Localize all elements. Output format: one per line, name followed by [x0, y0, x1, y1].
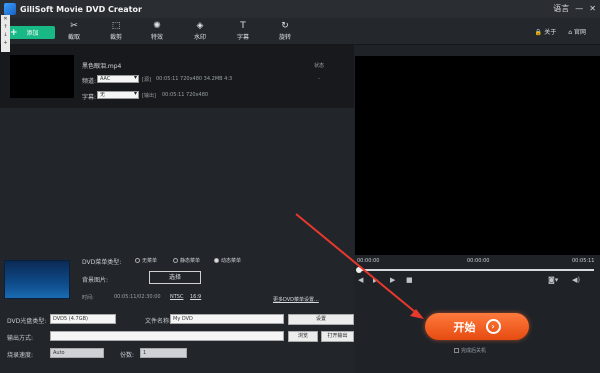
- output-tag: [输出]: [142, 93, 156, 99]
- start-button[interactable]: 开始 ›: [425, 313, 529, 340]
- seek-knob[interactable]: [356, 267, 362, 273]
- window-controls: 语言 — ✕: [553, 3, 596, 14]
- output-meta: 00:05:11 720x480: [162, 92, 209, 98]
- stop-icon[interactable]: ■: [406, 276, 413, 284]
- file-name: 黑色眼泪.mp4: [82, 63, 122, 70]
- source-meta: 00:05:11 720x480 34.2MB 4:3: [156, 76, 233, 82]
- output-method-select[interactable]: [50, 331, 284, 341]
- ntsc-link[interactable]: NTSC: [170, 294, 183, 300]
- time-start: 00:00:00: [357, 258, 380, 264]
- status-header: 状态: [314, 63, 325, 69]
- trim-label: 截取: [67, 34, 80, 41]
- copies-input[interactable]: 1: [140, 348, 187, 358]
- radio-static-menu-label: 静态菜单: [180, 258, 201, 264]
- burn-speed-select[interactable]: Auto: [50, 348, 104, 358]
- text-icon: T: [240, 21, 246, 31]
- seek-bar[interactable]: [358, 269, 594, 271]
- shutdown-label: 完成后关机: [461, 348, 487, 354]
- effect-label: 特效: [150, 34, 163, 41]
- arrow-right-icon: ›: [485, 319, 501, 334]
- radio-selected-icon: [214, 258, 219, 263]
- browse-button[interactable]: 浏览: [288, 331, 318, 342]
- rotate-icon: ↻: [281, 21, 289, 31]
- snapshot-icon[interactable]: ◙▾: [548, 276, 558, 284]
- file-list-empty-area: [0, 108, 354, 255]
- disc-type-label: DVD光盘类型:: [7, 318, 47, 325]
- source-tag: [源]: [142, 77, 151, 83]
- crop-icon: ⬚: [111, 21, 121, 31]
- trim-button[interactable]: ✂ 截取: [59, 21, 89, 41]
- time-current: 00:00:00: [467, 258, 490, 264]
- header-links: 🔒 关于 ⌂ 官网: [535, 27, 586, 36]
- scissors-icon: ✂: [70, 21, 78, 31]
- watermark-icon: ◈: [196, 21, 204, 31]
- radio-dynamic-menu[interactable]: 动态菜单: [214, 257, 241, 264]
- watermark-label: 水印: [193, 34, 206, 41]
- settings-button[interactable]: 设置: [288, 314, 354, 325]
- choose-bg-button[interactable]: 选择: [149, 271, 201, 284]
- prev-frame-icon[interactable]: ◀: [358, 276, 363, 284]
- status-value: -: [318, 76, 320, 82]
- subtitle-label: 字幕: [236, 34, 249, 41]
- checkbox-icon: [454, 348, 459, 353]
- audio-label: 频道:: [82, 78, 97, 85]
- app-title: GiliSoft Movie DVD Creator: [20, 4, 142, 14]
- toolbar: + 添加 ✂ 截取 ⬚ 裁剪 ✺ 特效 ◈ 水印 T 字幕 ↻ 旋转 🔒 关于 …: [0, 18, 600, 45]
- open-output-button[interactable]: 打开输出: [321, 331, 354, 342]
- copies-label: 份数:: [120, 352, 135, 359]
- website-link[interactable]: ⌂ 官网: [568, 27, 586, 36]
- disc-type-select[interactable]: DVD5 (4.7GB): [50, 314, 116, 324]
- radio-no-menu-label: 无菜单: [142, 258, 158, 264]
- add-label: 添加: [26, 30, 39, 37]
- output-method-label: 输出方式:: [7, 335, 34, 342]
- time-label: 时间:: [82, 295, 94, 301]
- watermark-button[interactable]: ◈ 水印: [185, 21, 215, 41]
- language-menu[interactable]: 语言: [553, 3, 569, 14]
- website-label: 官网: [573, 29, 586, 36]
- rotate-label: 旋转: [278, 34, 291, 41]
- more-menu-settings-link[interactable]: 更多DVD菜单设置...: [273, 296, 319, 303]
- file-name-label: 文件名称:: [145, 318, 172, 325]
- radio-dynamic-menu-label: 动态菜单: [221, 258, 242, 264]
- menu-type-label: DVD菜单类型:: [82, 259, 122, 266]
- video-preview[interactable]: [355, 56, 600, 255]
- time-end: 00:05:11: [572, 258, 595, 264]
- start-label: 开始: [453, 320, 476, 334]
- close-button[interactable]: ✕: [589, 4, 596, 13]
- radio-static-menu[interactable]: 静态菜单: [173, 257, 200, 264]
- crop-label: 裁剪: [109, 34, 122, 41]
- bg-image-label: 背景图片:: [82, 277, 109, 284]
- subtitle-track-label: 字幕:: [82, 94, 97, 101]
- file-name-input[interactable]: My DVD: [170, 314, 284, 324]
- plus-icon: +: [10, 27, 18, 38]
- play-icon[interactable]: ▶: [390, 276, 395, 284]
- burn-speed-label: 烧录速度:: [7, 352, 34, 359]
- shutdown-checkbox[interactable]: 完成后关机: [454, 347, 486, 354]
- crop-button[interactable]: ⬚ 裁剪: [101, 21, 131, 41]
- next-frame-icon[interactable]: ▶: [373, 276, 378, 284]
- radio-no-menu[interactable]: 无菜单: [135, 257, 157, 264]
- time-value: 00:05:11/02:30:00: [114, 294, 161, 300]
- dvd-menu-thumbnail[interactable]: [4, 260, 70, 299]
- radio-icon: [173, 258, 178, 263]
- app-logo-icon: [4, 3, 16, 15]
- video-thumbnail[interactable]: [10, 55, 74, 98]
- subtitle-button[interactable]: T 字幕: [228, 21, 258, 41]
- radio-icon: [135, 258, 140, 263]
- title-bar: GiliSoft Movie DVD Creator 语言 — ✕: [0, 0, 600, 18]
- add-button[interactable]: + 添加: [5, 26, 55, 39]
- effect-icon: ✺: [153, 21, 161, 31]
- minimize-button[interactable]: —: [575, 4, 583, 13]
- rotate-button[interactable]: ↻ 旋转: [270, 21, 300, 41]
- arrow-head: [410, 309, 424, 319]
- volume-icon[interactable]: ◀): [572, 276, 580, 284]
- about-link[interactable]: 🔒 关于: [535, 27, 556, 36]
- ratio-link[interactable]: 16:9: [190, 294, 201, 300]
- list-side-toolbar[interactable]: ✕ ↑ ↓ +: [1, 15, 10, 52]
- audio-select[interactable]: AAC: [97, 75, 139, 83]
- about-label: 关于: [544, 29, 557, 36]
- subtitle-track-select[interactable]: 无: [97, 91, 139, 99]
- effect-button[interactable]: ✺ 特效: [142, 21, 172, 41]
